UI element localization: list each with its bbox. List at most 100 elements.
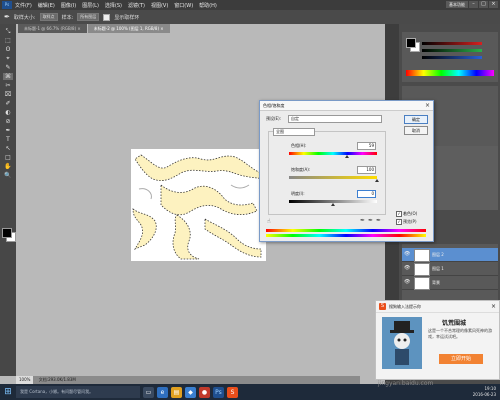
- hue-slider-knob[interactable]: [345, 155, 350, 158]
- eyedropper-tool-icon[interactable]: ✒: [4, 13, 10, 21]
- file-explorer-icon[interactable]: ▤: [171, 386, 182, 398]
- document-canvas[interactable]: [131, 149, 266, 261]
- eyedropper-plus-icon[interactable]: ✒: [368, 217, 373, 224]
- task-view-icon[interactable]: ▭: [143, 386, 154, 398]
- healing-tool-icon[interactable]: ✂: [3, 82, 13, 89]
- eye-icon[interactable]: 👁: [404, 265, 410, 271]
- eye-icon[interactable]: 👁: [404, 279, 410, 285]
- sogou-logo-icon: S: [379, 303, 386, 310]
- layer-thumbnail: [414, 263, 430, 276]
- clock-date: 2016-06-23: [472, 392, 496, 397]
- layers-panel: 👁 图层 2 👁 图层 1 👁 背景: [402, 244, 498, 300]
- eraser-tool-icon[interactable]: ⊘: [3, 118, 13, 125]
- eyedropper-icon[interactable]: ✒: [360, 217, 365, 224]
- layer-row[interactable]: 👁 图层 2: [402, 248, 498, 262]
- close-button[interactable]: ×: [489, 1, 498, 8]
- colorize-label: 着色(O): [403, 211, 418, 216]
- shape-tool-icon[interactable]: □: [3, 154, 13, 161]
- tab-document-2[interactable]: 未标题-2 @ 100% (图层 1, RGB/8) ×: [87, 24, 170, 33]
- ime-notification-popup: S 搜狗输入法提示你 × 饥荒围城 这是一个不合常理的像素风死神的游戏，幸运试试…: [375, 300, 500, 380]
- ime-popup-title: 搜狗输入法提示你: [389, 303, 421, 309]
- preset-select[interactable]: 自定: [288, 115, 382, 123]
- ime-close-icon[interactable]: ×: [491, 303, 496, 310]
- preview-checkbox[interactable]: ✓: [396, 219, 402, 225]
- path-select-tool-icon[interactable]: ↖: [3, 145, 13, 152]
- menu-window[interactable]: 窗口(W): [174, 2, 193, 9]
- sample-size-select[interactable]: 取样点: [39, 13, 58, 21]
- green-slider[interactable]: [422, 49, 482, 52]
- minimize-button[interactable]: –: [469, 1, 478, 8]
- dialog-close-icon[interactable]: ×: [425, 102, 430, 109]
- menu-select[interactable]: 选择(S): [105, 2, 122, 9]
- window-controls: – □ ×: [469, 1, 498, 8]
- status-bar: 100% 文档:293.0K/1.83M: [16, 376, 360, 384]
- brush-tool-icon[interactable]: ⌧: [3, 91, 13, 98]
- game-character-illustration: [382, 317, 422, 369]
- show-ring-checkbox[interactable]: [103, 13, 111, 21]
- menu-file[interactable]: 文件(F): [15, 2, 32, 9]
- sogou-taskbar-icon[interactable]: S: [227, 386, 238, 398]
- ad-description: 这是一个不合常理的像素风死神的游戏，幸运试试吧。: [428, 328, 492, 339]
- dialog-title: 色相/饱和度: [260, 101, 433, 111]
- cancel-button[interactable]: 取消: [404, 126, 428, 135]
- hue-slider[interactable]: [289, 152, 377, 155]
- stamp-tool-icon[interactable]: ✐: [3, 100, 13, 107]
- hand-tool-icon[interactable]: ✋: [3, 163, 13, 170]
- game-ad-image[interactable]: [382, 317, 422, 369]
- layer-row[interactable]: 👁 背景: [402, 276, 498, 290]
- ad-heading: 饥荒围城: [442, 320, 467, 327]
- ok-button[interactable]: 确定: [404, 115, 428, 124]
- menu-filter[interactable]: 滤镜(T): [128, 2, 145, 9]
- sample-label: 样本:: [61, 14, 74, 21]
- channel-select[interactable]: 全图: [273, 128, 315, 136]
- menu-layer[interactable]: 图层(L): [82, 2, 99, 9]
- edge-browser-icon[interactable]: e: [157, 386, 168, 398]
- layer-row[interactable]: 👁 图层 1: [402, 262, 498, 276]
- hand-adjust-icon[interactable]: ☝: [267, 218, 271, 225]
- eyedropper-minus-icon[interactable]: ✒: [376, 217, 381, 224]
- eye-icon[interactable]: 👁: [404, 251, 410, 257]
- app-icon[interactable]: ●: [199, 386, 210, 398]
- marquee-tool-icon[interactable]: ⬚: [3, 37, 13, 44]
- type-tool-icon[interactable]: T: [3, 136, 13, 143]
- panel-foreground-swatch[interactable]: [406, 38, 416, 48]
- menu-help[interactable]: 帮助(H): [199, 2, 217, 9]
- lasso-tool-icon[interactable]: ʘ: [3, 46, 13, 53]
- color-ramp[interactable]: [406, 70, 494, 76]
- system-clock[interactable]: 19:10 2016-06-23: [473, 386, 496, 398]
- workspace-switcher[interactable]: 基本功能: [446, 1, 468, 8]
- zoom-level[interactable]: 100%: [16, 376, 34, 384]
- zoom-tool-icon[interactable]: 🔍: [3, 172, 13, 179]
- saturation-slider[interactable]: [289, 176, 377, 179]
- lightness-input[interactable]: 0: [357, 190, 376, 198]
- cortana-search-box[interactable]: 我是 Cortana，小娜。有问题尽管问我。: [16, 386, 140, 398]
- windows-start-icon[interactable]: ⊞: [0, 384, 16, 400]
- layer-name: 图层 1: [432, 266, 444, 271]
- move-tool-icon[interactable]: ⤡: [3, 28, 13, 35]
- sample-select[interactable]: 所有图层: [77, 13, 100, 21]
- red-slider[interactable]: [422, 42, 482, 45]
- menu-edit[interactable]: 编辑(E): [38, 2, 55, 9]
- pen-tool-icon[interactable]: ✒: [3, 127, 13, 134]
- saturation-slider-knob[interactable]: [375, 179, 379, 182]
- crop-tool-icon[interactable]: ✎: [3, 64, 13, 71]
- hue-input[interactable]: 59: [357, 142, 376, 150]
- maximize-button[interactable]: □: [479, 1, 488, 8]
- selection-artwork: [132, 154, 266, 260]
- sample-size-label: 取样大小:: [13, 14, 36, 21]
- history-brush-tool-icon[interactable]: ◐: [3, 109, 13, 116]
- store-icon[interactable]: ◆: [185, 386, 196, 398]
- foreground-color-swatch[interactable]: [2, 228, 12, 238]
- quick-select-tool-icon[interactable]: ⌖: [3, 55, 13, 62]
- photoshop-taskbar-icon[interactable]: Ps: [213, 386, 224, 398]
- blue-slider[interactable]: [422, 56, 482, 59]
- menu-image[interactable]: 图像(I): [61, 2, 76, 9]
- document-info[interactable]: 文档:293.0K/1.83M: [39, 377, 76, 382]
- tab-document-1[interactable]: 未标题-1 @ 66.7% (RGB/8) ×: [18, 24, 87, 33]
- lightness-slider-knob[interactable]: [331, 203, 335, 206]
- menu-view[interactable]: 视图(V): [151, 2, 168, 9]
- start-game-button[interactable]: 立即开始: [439, 354, 483, 364]
- eyedropper-tool-button[interactable]: ⌘: [3, 73, 13, 80]
- saturation-input[interactable]: 100: [357, 166, 376, 174]
- colorize-checkbox[interactable]: ✓: [396, 211, 402, 217]
